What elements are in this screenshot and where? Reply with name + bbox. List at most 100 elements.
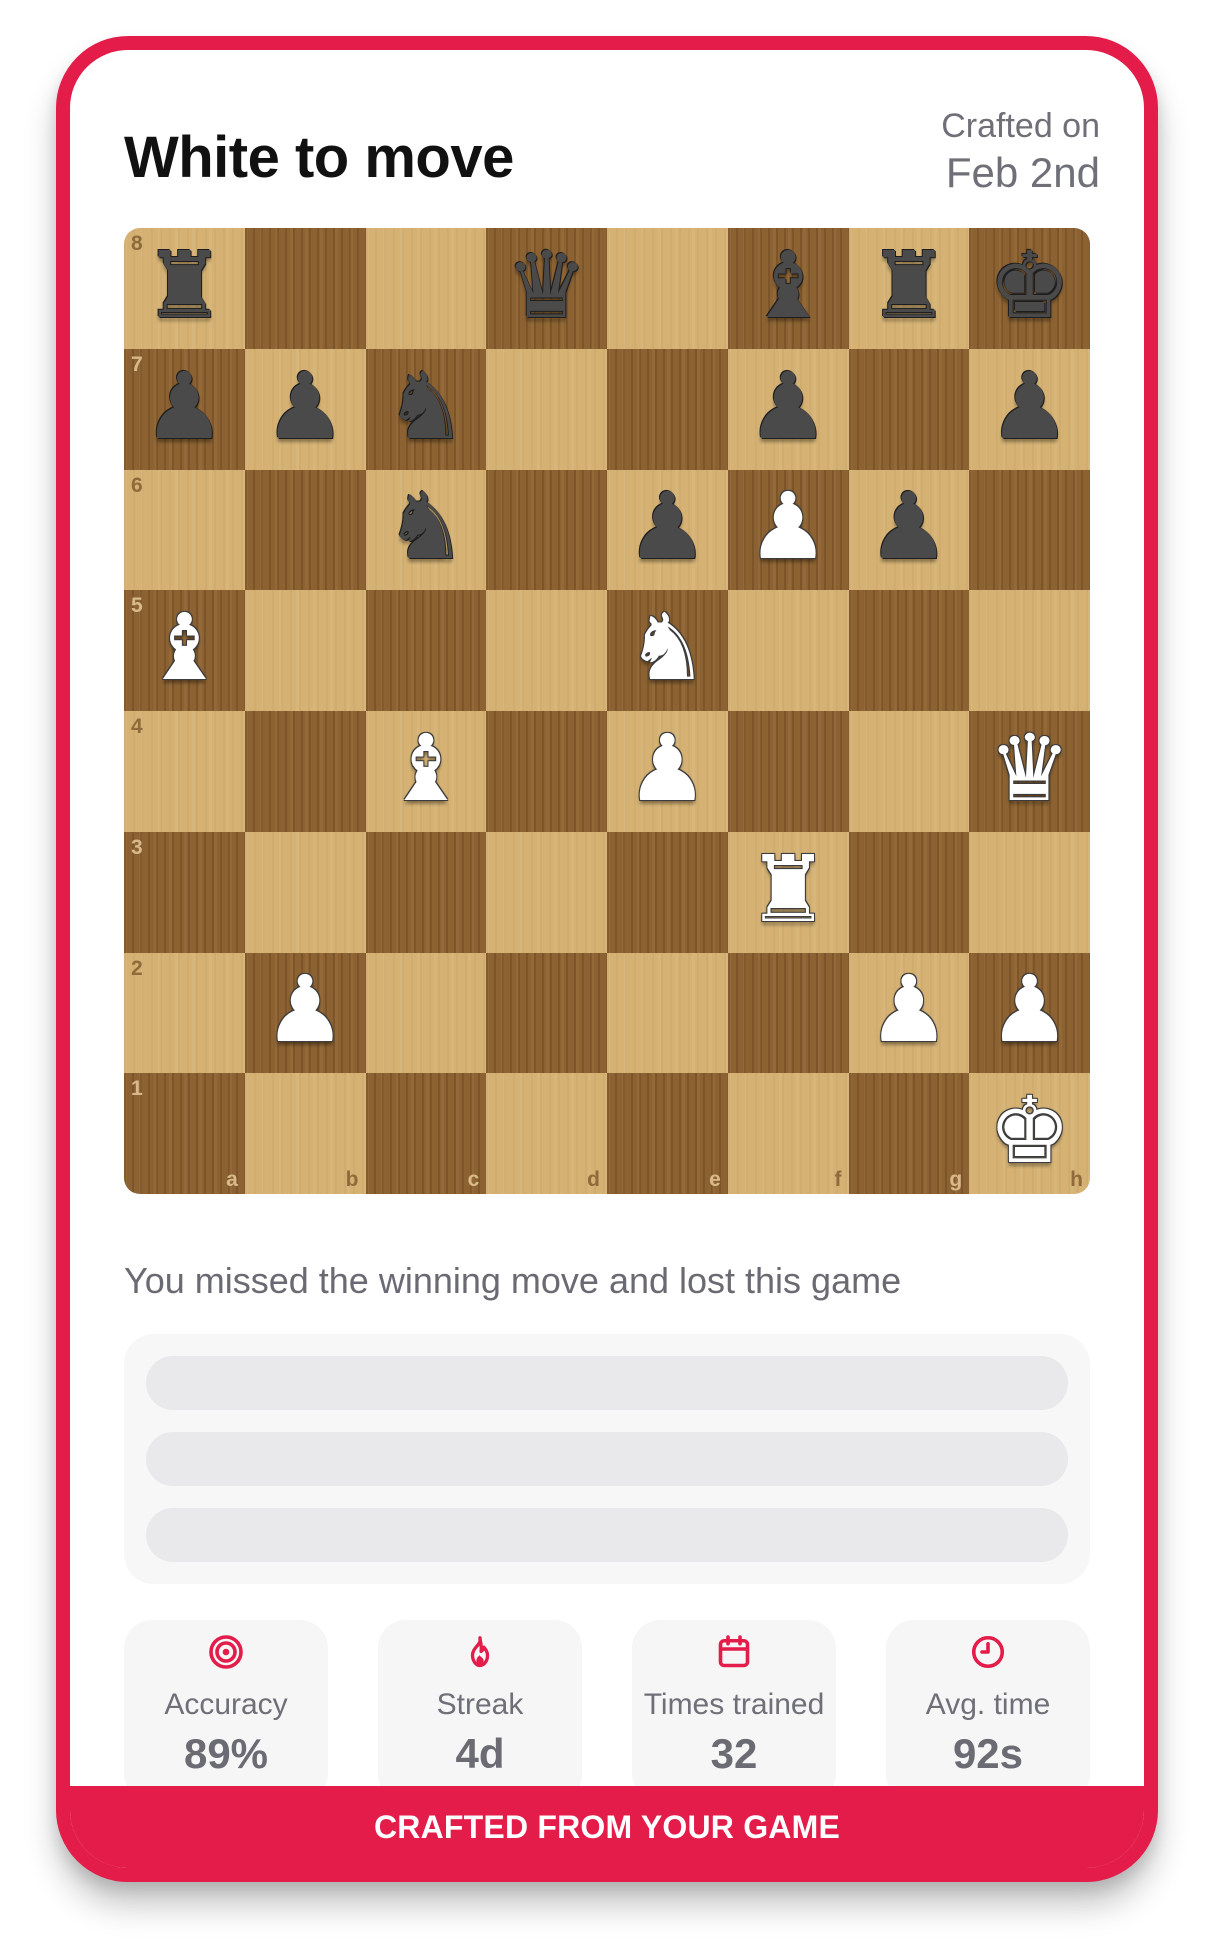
- square-f4[interactable]: [727, 711, 849, 832]
- square-c4[interactable]: ♝: [365, 711, 487, 832]
- square-d8[interactable]: ♛: [486, 228, 607, 349]
- square-f2[interactable]: [727, 952, 849, 1074]
- square-f7[interactable]: ♟: [727, 348, 849, 470]
- white-queen-icon[interactable]: ♛: [988, 722, 1070, 815]
- square-g2[interactable]: ♟: [848, 952, 970, 1074]
- square-c6[interactable]: ♞: [365, 469, 487, 591]
- white-rook-icon[interactable]: ♜: [747, 843, 829, 936]
- stat-label: Avg. time: [925, 1688, 1051, 1721]
- white-pawn-icon[interactable]: ♟: [264, 964, 346, 1056]
- square-a8[interactable]: 8 ♜: [124, 228, 245, 349]
- black-pawn-icon[interactable]: ♟: [988, 360, 1070, 453]
- square-d5[interactable]: [486, 590, 607, 711]
- white-king-icon[interactable]: ♚: [988, 1085, 1070, 1177]
- square-e2[interactable]: [607, 952, 728, 1074]
- rank-label: 6: [131, 473, 143, 497]
- square-a7[interactable]: 7 ♟: [124, 348, 245, 470]
- black-queen-icon[interactable]: ♛: [505, 239, 587, 332]
- square-a4[interactable]: 4: [124, 711, 245, 832]
- square-e4[interactable]: ♟: [607, 711, 728, 832]
- square-a3[interactable]: 3: [124, 831, 245, 953]
- square-h6[interactable]: [969, 469, 1090, 591]
- square-a2[interactable]: 2: [124, 952, 245, 1074]
- move-option-placeholder[interactable]: [146, 1508, 1068, 1562]
- black-pawn-icon[interactable]: ♟: [626, 481, 708, 573]
- square-c1[interactable]: c: [365, 1073, 487, 1194]
- square-d1[interactable]: d: [486, 1073, 607, 1194]
- rank-label: 7: [131, 352, 143, 376]
- square-a5[interactable]: 5 ♝: [124, 590, 245, 711]
- black-rook-icon[interactable]: ♜: [868, 239, 950, 332]
- black-pawn-icon[interactable]: ♟: [264, 360, 346, 453]
- black-king-icon[interactable]: ♚: [988, 239, 1070, 332]
- square-g7[interactable]: [848, 348, 970, 470]
- square-b7[interactable]: ♟: [244, 348, 366, 470]
- white-pawn-icon[interactable]: ♟: [626, 722, 708, 815]
- black-knight-icon[interactable]: ♞: [385, 481, 467, 573]
- square-a6[interactable]: 6: [124, 469, 245, 591]
- square-h2[interactable]: ♟: [969, 952, 1090, 1074]
- stats-row: Accuracy 89% Streak 4d Times trained 32: [124, 1620, 1090, 1802]
- square-g3[interactable]: [848, 831, 970, 953]
- square-b3[interactable]: [244, 831, 366, 953]
- square-b5[interactable]: [244, 590, 366, 711]
- square-b6[interactable]: [244, 469, 366, 591]
- square-c7[interactable]: ♞: [365, 348, 487, 470]
- square-f8[interactable]: ♝: [727, 228, 849, 349]
- square-g6[interactable]: ♟: [848, 469, 970, 591]
- square-f3[interactable]: ♜: [727, 831, 849, 953]
- chess-board[interactable]: 8 ♜ ♛ ♝ ♜ ♚ 7 ♟ ♟ ♞ ♟ ♟ 6 ♞ ♟ ♟ ♟ 5 ♝ ♞ 4 ♝ ♟ ♛ 3 ♜ 2 ♟ ♟ ♟ 1 a b c d e f g h ♚: [124, 228, 1090, 1194]
- white-pawn-icon[interactable]: ♟: [747, 481, 829, 573]
- white-bishop-icon[interactable]: ♝: [385, 722, 467, 815]
- move-option-placeholder[interactable]: [146, 1432, 1068, 1486]
- square-b8[interactable]: [244, 228, 366, 349]
- move-option-placeholder[interactable]: [146, 1356, 1068, 1410]
- white-pawn-icon[interactable]: ♟: [868, 964, 950, 1056]
- black-pawn-icon[interactable]: ♟: [143, 360, 225, 453]
- square-e3[interactable]: [607, 831, 728, 953]
- square-e7[interactable]: [607, 348, 728, 470]
- square-c3[interactable]: [365, 831, 487, 953]
- square-c8[interactable]: [365, 228, 487, 349]
- white-bishop-icon[interactable]: ♝: [143, 602, 225, 694]
- square-a1[interactable]: 1a: [124, 1073, 245, 1194]
- square-c2[interactable]: [365, 952, 487, 1074]
- square-h1[interactable]: h ♚: [969, 1073, 1090, 1194]
- square-d4[interactable]: [486, 711, 607, 832]
- square-g1[interactable]: g: [848, 1073, 970, 1194]
- square-h7[interactable]: ♟: [969, 348, 1090, 470]
- square-h3[interactable]: [969, 831, 1090, 953]
- square-c5[interactable]: [365, 590, 487, 711]
- square-d2[interactable]: [486, 952, 607, 1074]
- black-pawn-icon[interactable]: ♟: [747, 360, 829, 453]
- square-d6[interactable]: [486, 469, 607, 591]
- black-pawn-icon[interactable]: ♟: [868, 481, 950, 573]
- footer-banner: CRAFTED FROM YOUR GAME: [70, 1786, 1144, 1868]
- square-e8[interactable]: [607, 228, 728, 349]
- file-label: f: [834, 1168, 842, 1191]
- square-d3[interactable]: [486, 831, 607, 953]
- square-b2[interactable]: ♟: [244, 952, 366, 1074]
- square-g8[interactable]: ♜: [848, 228, 970, 349]
- square-e1[interactable]: e: [607, 1073, 728, 1194]
- black-bishop-icon[interactable]: ♝: [747, 239, 829, 332]
- square-f5[interactable]: [727, 590, 849, 711]
- black-rook-icon[interactable]: ♜: [143, 239, 225, 332]
- square-h8[interactable]: ♚: [969, 228, 1090, 349]
- square-e6[interactable]: ♟: [607, 469, 728, 591]
- square-h4[interactable]: ♛: [969, 711, 1090, 832]
- square-f1[interactable]: f: [727, 1073, 849, 1194]
- square-e5[interactable]: ♞: [607, 590, 728, 711]
- square-g4[interactable]: [848, 711, 970, 832]
- clock-icon: [971, 1635, 1005, 1669]
- white-pawn-icon[interactable]: ♟: [988, 964, 1070, 1056]
- stat-label: Accuracy: [164, 1688, 288, 1721]
- square-b1[interactable]: b: [244, 1073, 366, 1194]
- square-g5[interactable]: [848, 590, 970, 711]
- square-h5[interactable]: [969, 590, 1090, 711]
- square-d7[interactable]: [486, 348, 607, 470]
- black-knight-icon[interactable]: ♞: [385, 360, 467, 453]
- square-b4[interactable]: [244, 711, 366, 832]
- square-f6[interactable]: ♟: [727, 469, 849, 591]
- white-knight-icon[interactable]: ♞: [626, 602, 708, 694]
